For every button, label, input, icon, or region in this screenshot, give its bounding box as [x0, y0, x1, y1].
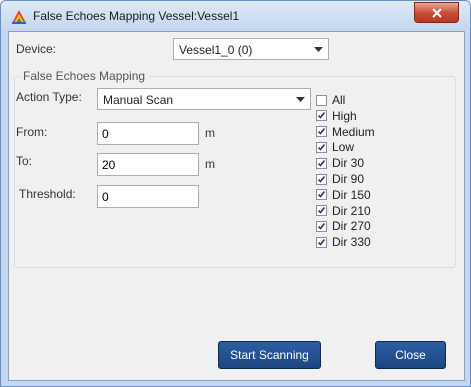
checkbox-label: Low [332, 140, 355, 155]
checkbox-label: All [332, 93, 346, 107]
checkbox-label: Dir 90 [332, 172, 365, 186]
checkbox[interactable] [316, 126, 327, 138]
checkmark-icon [317, 159, 326, 167]
checkbox[interactable] [316, 173, 327, 185]
threshold-input[interactable] [97, 185, 199, 208]
action-type-label: Action Type: [16, 90, 82, 104]
checkbox-row[interactable]: Dir 330 [316, 234, 371, 250]
checkbox-row[interactable]: Dir 150 [316, 187, 371, 203]
chevron-down-icon [309, 39, 328, 59]
checkbox-label: Medium [332, 124, 375, 139]
checkbox-label: Dir 330 [332, 235, 371, 250]
checkmark-icon [317, 112, 326, 119]
checkmark-icon [317, 143, 326, 151]
to-unit: m [205, 157, 215, 171]
checkbox-row[interactable]: All [316, 92, 345, 108]
checkbox-row[interactable]: Dir 270 [316, 218, 371, 234]
checkbox[interactable] [316, 141, 327, 153]
checkbox[interactable] [316, 94, 327, 106]
start-scanning-button[interactable]: Start Scanning [218, 341, 321, 369]
checkmark-icon [317, 128, 326, 135]
to-input[interactable] [97, 153, 199, 176]
checkbox-row[interactable]: High [316, 108, 357, 124]
action-type-select[interactable]: Manual Scan [97, 88, 311, 110]
checkbox-row[interactable]: Dir 30 [316, 155, 364, 171]
title-bar: False Echoes Mapping Vessel:Vessel1 [1, 1, 470, 31]
checkbox-row[interactable]: Medium [316, 124, 375, 140]
checkbox-row[interactable]: Dir 210 [316, 203, 371, 219]
action-type-value: Manual Scan [103, 93, 174, 107]
chevron-down-icon [291, 89, 310, 109]
checkmark-icon [317, 238, 326, 246]
window-title: False Echoes Mapping Vessel:Vessel1 [33, 9, 240, 23]
checkbox-row[interactable]: Low [316, 139, 354, 155]
device-label: Device: [16, 42, 57, 56]
checkmark-icon [317, 207, 326, 214]
app-icon [12, 10, 26, 24]
checkbox-label: Dir 270 [332, 219, 371, 234]
checkbox[interactable] [316, 110, 327, 122]
checkbox-row[interactable]: Dir 90 [316, 171, 364, 187]
group-title: False Echoes Mapping [20, 69, 149, 83]
device-value: Vessel1_0 (0) [179, 43, 253, 57]
window-close-button[interactable] [414, 2, 459, 23]
from-unit: m [205, 126, 215, 140]
checkmark-icon [317, 191, 326, 198]
from-input[interactable] [97, 122, 199, 145]
close-button[interactable]: Close [375, 341, 446, 369]
checkbox-label: High [332, 108, 357, 123]
from-label: From: [16, 125, 48, 139]
threshold-label: Threshold: [19, 187, 76, 201]
checkbox[interactable] [316, 205, 327, 217]
dialog-window: False Echoes Mapping Vessel:Vessel1 Devi… [0, 0, 471, 387]
checkmark-icon [317, 222, 326, 230]
checkbox-label: Dir 30 [332, 156, 365, 171]
checkbox[interactable] [316, 220, 327, 232]
device-select[interactable]: Vessel1_0 (0) [173, 38, 329, 60]
checkbox-label: Dir 210 [332, 203, 371, 218]
checkbox-label: Dir 150 [332, 187, 371, 202]
checkbox[interactable] [316, 157, 327, 169]
checkbox[interactable] [316, 189, 327, 201]
checkmark-icon [317, 175, 326, 183]
close-icon [431, 7, 442, 18]
checkbox[interactable] [316, 236, 327, 248]
dialog-body: Device: Vessel1_0 (0) False Echoes Mappi… [8, 31, 465, 381]
to-label: To: [16, 154, 33, 168]
